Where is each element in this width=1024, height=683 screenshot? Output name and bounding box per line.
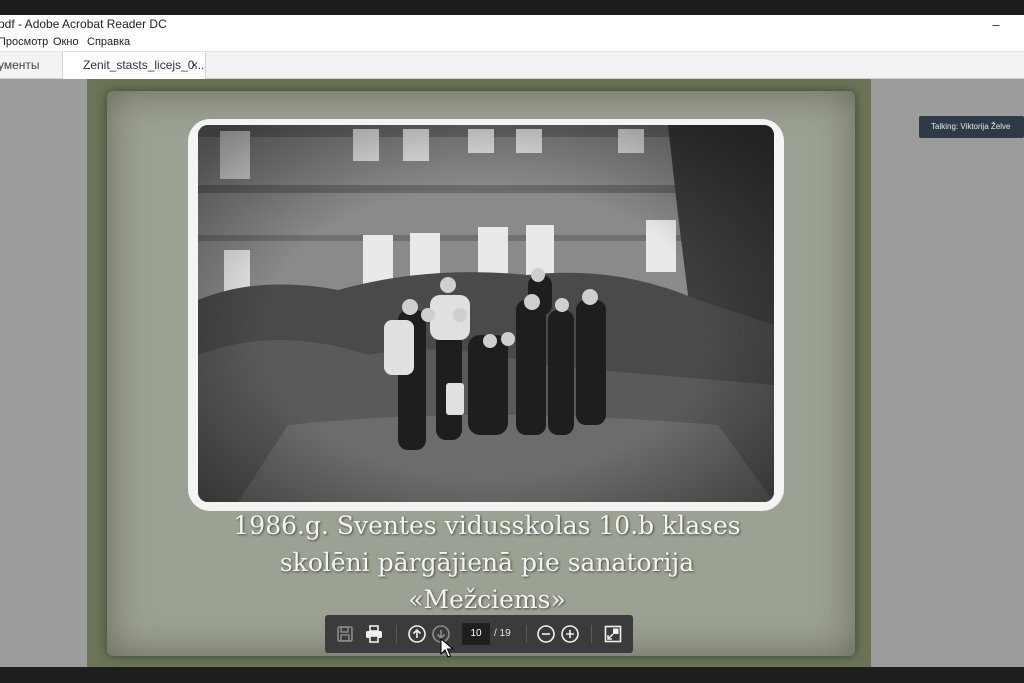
tab-file-label: Zenit_stasts_licejs_0... — [83, 58, 205, 72]
zoom-in-button[interactable] — [560, 624, 580, 644]
caption-line-2: skolēni pārgājienā pie sanatorija — [279, 548, 695, 577]
floating-page-toolbar: 10 / 19 — [325, 615, 633, 653]
photo-illustration — [198, 125, 774, 502]
fit-page-icon — [604, 625, 622, 643]
print-icon — [366, 625, 382, 643]
caption-line-1: 1986.g. Sventes vidusskolas 10.b klases — [233, 511, 741, 540]
tab-close-button[interactable]: × — [191, 52, 198, 79]
toolbar-separator — [591, 625, 592, 643]
mouse-cursor-icon — [440, 638, 454, 658]
caption-line-3: «Mežciems» — [408, 585, 566, 614]
menu-view[interactable]: Просмотр — [0, 34, 48, 51]
page-total: / 19 — [494, 628, 511, 639]
photo — [198, 125, 774, 502]
bottom-screen-edge — [0, 667, 1024, 683]
talking-indicator: Talking: Viktorija Želve — [919, 116, 1024, 138]
page-number-input[interactable]: 10 — [462, 623, 490, 645]
zoom-out-icon — [537, 625, 555, 643]
toolbar-separator — [526, 625, 527, 643]
minimize-button[interactable]: – — [990, 15, 1002, 34]
save-button[interactable] — [335, 624, 355, 644]
menu-help[interactable]: Справка — [87, 34, 130, 51]
top-screen-edge — [0, 0, 1024, 15]
toolbar-separator — [396, 625, 397, 643]
zoom-in-icon — [561, 625, 579, 643]
zoom-out-button[interactable] — [536, 624, 556, 644]
slide-caption: 1986.g. Sventes vidusskolas 10.b klases … — [187, 507, 787, 618]
tab-file[interactable]: Zenit_stasts_licejs_0... × — [62, 52, 206, 79]
tab-bar: ументы Zenit_stasts_licejs_0... × — [0, 51, 1024, 79]
window-title: pdf - Adobe Acrobat Reader DC — [0, 17, 167, 31]
pdf-page: 1986.g. Sventes vidusskolas 10.b klases … — [87, 79, 871, 667]
tab-documents[interactable]: ументы — [0, 52, 62, 79]
save-icon — [337, 626, 353, 642]
previous-page-button[interactable] — [407, 624, 427, 644]
print-button[interactable] — [364, 624, 384, 644]
fit-page-button[interactable] — [603, 624, 623, 644]
arrow-up-circle-icon — [408, 625, 426, 643]
title-bar: pdf - Adobe Acrobat Reader DC – — [0, 15, 1024, 34]
menu-window[interactable]: Окно — [53, 34, 79, 51]
menu-bar: Просмотр Окно Справка — [0, 34, 1024, 51]
